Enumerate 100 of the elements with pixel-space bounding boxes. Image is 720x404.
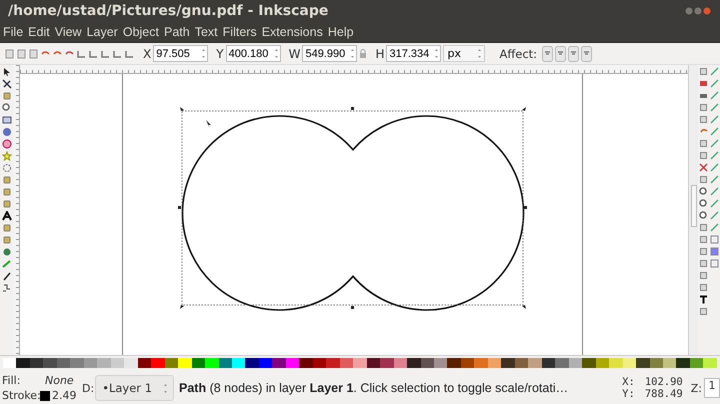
affect-toggle-icon[interactable]: [581, 46, 592, 62]
palette-swatch[interactable]: [582, 358, 596, 368]
palette-swatch[interactable]: [232, 358, 246, 368]
palette-swatch[interactable]: [568, 358, 582, 368]
palette-swatch[interactable]: [394, 358, 408, 368]
menu-item[interactable]: Path: [164, 25, 190, 39]
rect-tool-icon[interactable]: [2, 115, 12, 125]
palette-swatch[interactable]: [340, 358, 354, 368]
palette-swatch[interactable]: [460, 358, 474, 368]
palette-swatch[interactable]: [84, 358, 98, 368]
zoom-field[interactable]: 1: [704, 378, 720, 398]
palette-swatch[interactable]: [555, 358, 569, 368]
palette-swatch[interactable]: [703, 358, 717, 368]
palette-swatch[interactable]: [650, 358, 663, 368]
palette-swatch[interactable]: [501, 358, 515, 368]
layer-dropdown[interactable]: •Layer 1: [95, 375, 174, 401]
spin-arrows-icon[interactable]: [274, 49, 278, 58]
palette-swatch[interactable]: [151, 358, 165, 368]
cut-command-icon[interactable]: [698, 163, 708, 172]
palette-swatch[interactable]: [366, 358, 380, 368]
palette-swatch[interactable]: [286, 358, 300, 368]
menu-item[interactable]: File: [3, 25, 24, 39]
menu-item[interactable]: Object: [122, 25, 159, 39]
menu-item[interactable]: Layer: [86, 25, 118, 39]
y-coordinate: 788.49: [644, 388, 683, 400]
palette-swatch[interactable]: [164, 358, 178, 368]
menu-item[interactable]: Edit: [28, 25, 50, 39]
field-label: Y: [216, 46, 224, 60]
palette-swatch[interactable]: [447, 358, 461, 368]
affect-toggle-icon[interactable]: [542, 46, 554, 62]
palette-swatch[interactable]: [138, 358, 152, 368]
menu-item[interactable]: Extensions: [262, 25, 323, 39]
palette-swatch[interactable]: [178, 358, 192, 368]
stroke-color-swatch[interactable]: [40, 390, 50, 400]
palette-swatch[interactable]: [420, 358, 434, 368]
number-field[interactable]: 549.990: [302, 45, 358, 62]
palette-swatch[interactable]: [380, 358, 394, 368]
mouse-cursor-icon: [206, 120, 212, 128]
menu-item[interactable]: View: [54, 25, 82, 39]
palette-swatch[interactable]: [3, 358, 16, 368]
palette-swatch[interactable]: [488, 358, 502, 368]
field-label: X: [143, 46, 152, 60]
palette-swatch[interactable]: [690, 358, 704, 368]
spin-arrows-icon[interactable]: [351, 49, 354, 58]
zoom-tool-icon[interactable]: [2, 103, 12, 113]
palette-swatch[interactable]: [245, 358, 259, 368]
field-label: H: [375, 46, 384, 60]
menu-item[interactable]: Help: [328, 25, 354, 39]
fill-value: None: [45, 374, 74, 387]
palette-swatch[interactable]: [218, 358, 232, 368]
palette-swatch[interactable]: [192, 358, 206, 368]
affect-toggle-icon[interactable]: [555, 46, 566, 62]
palette-swatch[interactable]: [272, 358, 286, 368]
palette-swatch[interactable]: [312, 358, 326, 368]
palette-swatch[interactable]: [205, 358, 218, 368]
palette-swatch[interactable]: [353, 358, 367, 368]
menu-item[interactable]: Text: [194, 25, 218, 39]
number-field[interactable]: 400.180: [226, 45, 281, 62]
palette-swatch[interactable]: [622, 358, 636, 368]
palette-swatch[interactable]: [56, 358, 70, 368]
palette-swatch[interactable]: [676, 358, 690, 368]
number-field[interactable]: 97.505: [153, 45, 208, 62]
spin-arrows-icon[interactable]: [202, 49, 206, 58]
palette-swatch[interactable]: [542, 358, 556, 368]
palette-swatch[interactable]: [16, 358, 30, 368]
palette-swatch[interactable]: [474, 358, 488, 368]
circle-tool-icon[interactable]: [2, 139, 12, 149]
number-field[interactable]: 317.334: [386, 45, 442, 62]
lock-icon[interactable]: [359, 48, 368, 58]
layer-label: D:: [82, 382, 94, 394]
palette-swatch[interactable]: [299, 358, 313, 368]
affect-label: Affect:: [499, 46, 538, 60]
fill-label: Fill:: [2, 374, 22, 387]
palette-swatch[interactable]: [110, 358, 124, 368]
window-title: /home/ustad/Pictures/gnu.pdf - Inkscape: [8, 3, 328, 19]
affect-toggle-icon[interactable]: [568, 46, 580, 62]
palette-swatch[interactable]: [97, 358, 111, 368]
spin-arrows-icon[interactable]: [435, 49, 438, 58]
arrow-tool-icon[interactable]: [2, 67, 12, 77]
connector-tool-icon[interactable]: [2, 283, 12, 293]
palette-swatch[interactable]: [407, 358, 421, 368]
palette-swatch[interactable]: [596, 358, 610, 368]
x-coordinate: 102.90: [644, 376, 683, 388]
unit-dropdown[interactable]: px: [443, 45, 486, 62]
menu-item[interactable]: Filters: [222, 25, 257, 39]
palette-swatch[interactable]: [434, 358, 448, 368]
palette-swatch[interactable]: [30, 358, 44, 368]
palette-swatch[interactable]: [636, 358, 650, 368]
palette-swatch[interactable]: [326, 358, 340, 368]
palette-swatch[interactable]: [124, 358, 138, 368]
vertical-scrollbar[interactable]: [688, 65, 698, 355]
palette-swatch[interactable]: [514, 358, 528, 368]
palette-swatch[interactable]: [70, 358, 84, 368]
palette-swatch[interactable]: [662, 358, 676, 368]
palette-swatch[interactable]: [609, 358, 623, 368]
palette-swatch[interactable]: [528, 358, 542, 368]
star-tool-icon[interactable]: [2, 151, 12, 161]
palette-swatch[interactable]: [43, 358, 57, 368]
dropdown-arrows-icon: [478, 49, 482, 58]
palette-swatch[interactable]: [258, 358, 272, 368]
